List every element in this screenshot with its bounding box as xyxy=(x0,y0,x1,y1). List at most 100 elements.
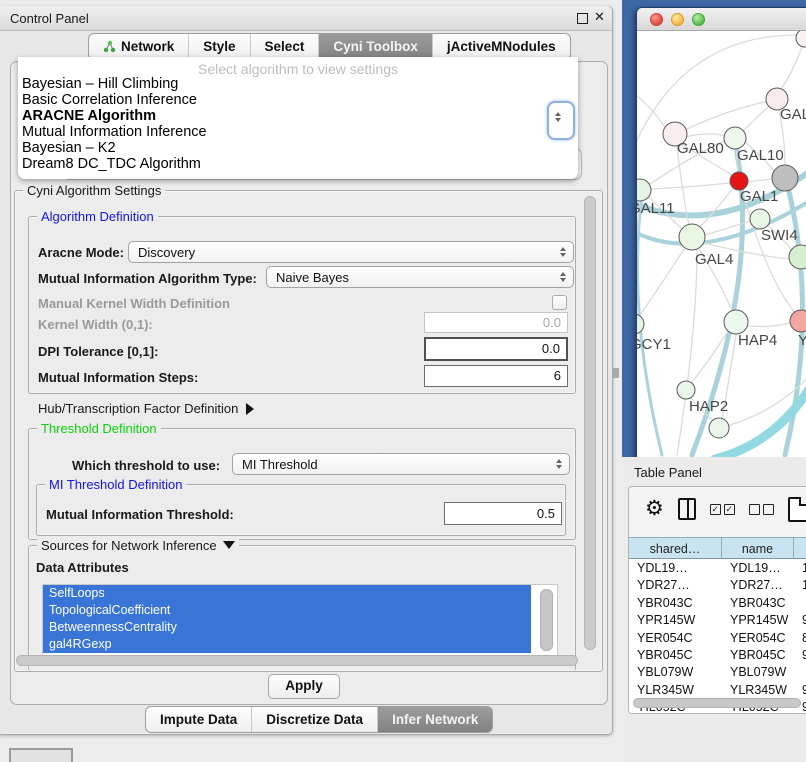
network-node-node-green-bottom[interactable] xyxy=(709,418,729,438)
algorithm-option[interactable]: ARACNE Algorithm xyxy=(18,108,578,124)
close-traffic-light-icon[interactable] xyxy=(650,13,663,26)
network-edge[interactable] xyxy=(651,183,730,189)
table-row[interactable]: YPR145WYPR145W9. xyxy=(629,611,806,628)
kernel-width-field[interactable]: 0.0 xyxy=(424,312,568,333)
table-cell: 13 xyxy=(794,559,806,576)
close-icon[interactable]: ✕ xyxy=(594,9,605,25)
new-table-icon[interactable] xyxy=(788,497,806,522)
zoom-traffic-light-icon[interactable] xyxy=(692,13,705,26)
network-node-GCY1[interactable] xyxy=(637,314,644,334)
network-edge[interactable] xyxy=(637,91,664,126)
algorithm-option[interactable]: Mutual Information Inference xyxy=(18,124,578,140)
attribute-list-scrollbar[interactable] xyxy=(540,589,553,651)
minimized-panel-icon[interactable] xyxy=(9,748,73,762)
mi-type-combo[interactable]: Naive Bayes xyxy=(266,266,574,288)
hub-definition-toggle[interactable]: Hub/Transcription Factor Definition xyxy=(38,401,254,416)
network-edge[interactable] xyxy=(640,249,684,315)
select-all-icon[interactable]: ✓✓ xyxy=(710,504,735,515)
tab-label: Discretize Data xyxy=(266,712,363,727)
tab-infer-network[interactable]: Infer Network xyxy=(378,707,492,732)
data-attribute-item[interactable]: SelfLoops xyxy=(43,585,531,602)
network-edge[interactable] xyxy=(687,99,777,129)
network-node-HAP2[interactable] xyxy=(677,381,695,399)
settings-vertical-scrollbar-thumb[interactable] xyxy=(584,196,596,650)
table-cell xyxy=(794,663,806,680)
table-row[interactable]: YDL19…YDL19…13 xyxy=(629,559,806,576)
network-canvas[interactable]: GALGAL80GAL10GAL1GAL11SWI4GAL4GCY1HAP4YH… xyxy=(637,31,806,457)
network-edge[interactable] xyxy=(748,179,772,182)
deselect-all-icon[interactable] xyxy=(749,504,774,515)
dpi-tolerance-field[interactable]: 0.0 xyxy=(424,337,568,361)
table-cell: 12 xyxy=(794,576,806,593)
tab-network[interactable]: Network xyxy=(89,34,189,59)
mi-threshold-field[interactable]: 0.5 xyxy=(444,502,562,525)
control-panel-titlebar[interactable] xyxy=(0,6,612,31)
table-row[interactable]: YER054CYER054C8. xyxy=(629,629,806,646)
float-window-icon[interactable] xyxy=(577,13,588,24)
algorithm-option[interactable]: Basic Correlation Inference xyxy=(18,92,578,108)
kernel-width-label: Kernel Width (0,1): xyxy=(38,317,153,332)
network-edge[interactable] xyxy=(685,134,725,137)
tab-label: Impute Data xyxy=(160,712,237,727)
which-threshold-value: MI Threshold xyxy=(242,457,556,472)
tab-style[interactable]: Style xyxy=(189,34,250,59)
expand-arrow-icon xyxy=(246,403,254,415)
columns-icon[interactable] xyxy=(678,498,696,520)
network-node-node-pink-right[interactable] xyxy=(790,310,806,332)
pane-splitter-handle[interactable] xyxy=(612,368,619,378)
table-row[interactable]: YLR345WYLR345W9. xyxy=(629,681,806,698)
network-node-node-top[interactable] xyxy=(796,31,806,47)
network-edge[interactable] xyxy=(742,189,797,315)
table-row[interactable]: YBL079WYBL079W xyxy=(629,663,806,680)
table-header-2[interactable]: A xyxy=(794,537,806,559)
network-node-HAP4[interactable] xyxy=(724,310,748,334)
data-attribute-item[interactable]: BetweennessCentrality xyxy=(43,619,531,636)
sources-title[interactable]: Sources for Network Inference xyxy=(37,538,239,553)
algorithm-option[interactable]: Bayesian – Hill Climbing xyxy=(18,76,578,92)
mi-steps-field[interactable]: 6 xyxy=(424,365,568,387)
data-attribute-item[interactable]: TopologicalCoefficient xyxy=(43,602,531,619)
tab-cyni-toolbox[interactable]: Cyni Toolbox xyxy=(319,34,433,59)
combo-stepper-icon xyxy=(555,112,561,122)
table-horizontal-scrollbar[interactable] xyxy=(633,698,801,708)
algorithm-combo-fragment[interactable] xyxy=(547,101,575,140)
table-cell: YBR045C xyxy=(629,646,722,663)
node-label-SWI4: SWI4 xyxy=(761,227,798,244)
tab-discretize-data[interactable]: Discretize Data xyxy=(252,707,378,732)
gear-icon[interactable]: ⚙ xyxy=(645,499,664,519)
tab-impute-data[interactable]: Impute Data xyxy=(146,707,252,732)
manual-kernel-checkbox[interactable] xyxy=(552,295,567,310)
settings-horizontal-scrollbar-thumb[interactable] xyxy=(16,655,578,666)
which-threshold-combo[interactable]: MI Threshold xyxy=(232,453,570,475)
aracne-mode-combo[interactable]: Discovery xyxy=(128,241,574,263)
network-node-node-gray[interactable] xyxy=(772,165,798,191)
tab-jactivemnodules[interactable]: jActiveMNodules xyxy=(433,34,570,59)
table-cell: YBR043C xyxy=(629,594,722,611)
algorithm-option[interactable]: Dream8 DC_TDC Algorithm xyxy=(18,156,578,172)
minimize-traffic-light-icon[interactable] xyxy=(671,13,684,26)
network-window-titlebar[interactable] xyxy=(637,8,806,31)
network-edge[interactable] xyxy=(747,322,791,327)
network-edge[interactable] xyxy=(701,188,733,226)
tab-select[interactable]: Select xyxy=(251,34,320,59)
network-canvas-svg: GALGAL80GAL10GAL1GAL11SWI4GAL4GCY1HAP4YH… xyxy=(637,31,806,457)
table-row[interactable]: YDR27…YDR27…12 xyxy=(629,576,806,593)
which-threshold-label: Which threshold to use: xyxy=(72,458,220,473)
node-label-HAP2: HAP2 xyxy=(689,398,728,415)
table-row[interactable]: YBR043CYBR043C xyxy=(629,594,806,611)
network-edge[interactable] xyxy=(677,250,697,455)
aracne-mode-label: Aracne Mode: xyxy=(38,245,124,260)
table-cell: 8. xyxy=(794,629,806,646)
table-row[interactable]: YBR045CYBR045C9. xyxy=(629,646,806,663)
data-attribute-item[interactable]: gal4RGexp xyxy=(43,636,531,653)
table-header-1[interactable]: name xyxy=(722,537,794,559)
network-node-GAL4[interactable] xyxy=(679,224,705,250)
apply-button[interactable]: Apply xyxy=(268,674,340,699)
tab-label: Cyni Toolbox xyxy=(333,39,418,54)
network-node-SWI4[interactable] xyxy=(750,209,770,229)
mi-type-label: Mutual Information Algorithm Type: xyxy=(38,271,257,286)
algorithm-option[interactable]: Bayesian – K2 xyxy=(18,140,578,156)
table-header-0[interactable]: shared… xyxy=(629,537,722,559)
table-cell: YBL079W xyxy=(629,663,722,680)
network-node-GAL10[interactable] xyxy=(724,127,746,149)
